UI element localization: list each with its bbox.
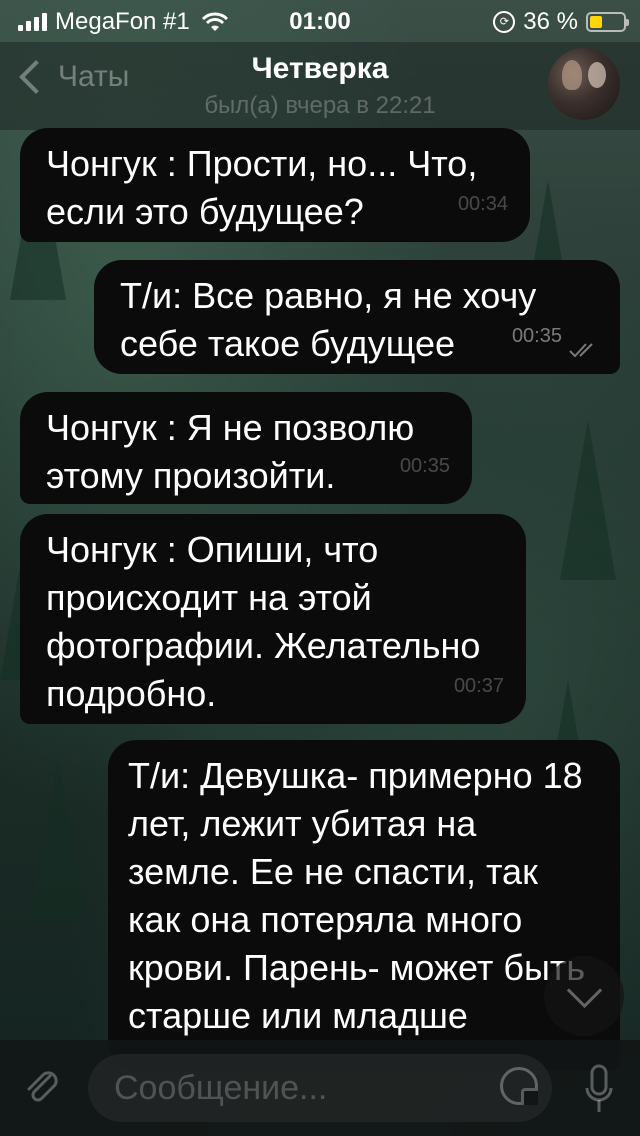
chevron-down-icon (566, 972, 603, 1009)
message-text: Чонгук : Я не позволю этому произойти. (46, 407, 415, 496)
read-checks-icon (569, 343, 593, 358)
chat-title[interactable]: Четверка (0, 52, 640, 86)
background-tree (30, 760, 86, 920)
chat-header: Чаты Четверка был(а) вчера в 22:21 (0, 42, 640, 130)
rotation-lock-icon: ⟳ (493, 11, 516, 33)
message-input-bar: Сообщение... (0, 1040, 640, 1136)
message-time: 00:37 (453, 675, 504, 697)
last-seen-status: был(а) вчера в 22:21 (204, 92, 436, 119)
message-time: 00:35 (399, 455, 450, 477)
message-placeholder: Сообщение... (114, 1069, 328, 1107)
message-text: Чонгук : Опиши, что происходит на этой ф… (46, 529, 481, 714)
paperclip-icon[interactable] (20, 1066, 64, 1110)
scroll-to-bottom-button[interactable] (544, 956, 624, 1036)
message-input[interactable]: Сообщение... (88, 1054, 552, 1122)
message-bubble[interactable]: Чонгук : Я не позволю этому произойти. 0… (20, 392, 472, 504)
message-time: 00:35 (511, 325, 562, 347)
battery-percent: 36 % (523, 8, 578, 35)
microphone-icon[interactable] (584, 1062, 614, 1118)
background-tree (560, 420, 616, 580)
battery-icon (586, 12, 629, 32)
status-right: ⟳ 36 % (493, 8, 629, 36)
message-bubble[interactable]: Т/и: Все равно, я не хочу себе такое буд… (94, 260, 620, 374)
message-bubble[interactable]: Т/и: Девушка- примерно 18 лет, лежит уби… (108, 740, 620, 1070)
status-bar: MegaFon #1 01:00 ⟳ 36 % (0, 0, 640, 42)
battery-level (590, 16, 602, 28)
message-text: Чонгук : Прости, но... Что, если это буд… (46, 143, 478, 232)
sticker-icon[interactable] (500, 1067, 538, 1105)
message-time: 00:34 (457, 193, 508, 215)
chat-screen: MegaFon #1 01:00 ⟳ 36 % Чаты Четверка бы… (0, 0, 640, 1136)
message-bubble[interactable]: Чонгук : Прости, но... Что, если это буд… (20, 128, 530, 242)
message-bubble[interactable]: Чонгук : Опиши, что происходит на этой ф… (20, 514, 526, 724)
avatar[interactable] (548, 48, 620, 120)
message-text: Т/и: Девушка- примерно 18 лет, лежит уби… (128, 755, 586, 1036)
